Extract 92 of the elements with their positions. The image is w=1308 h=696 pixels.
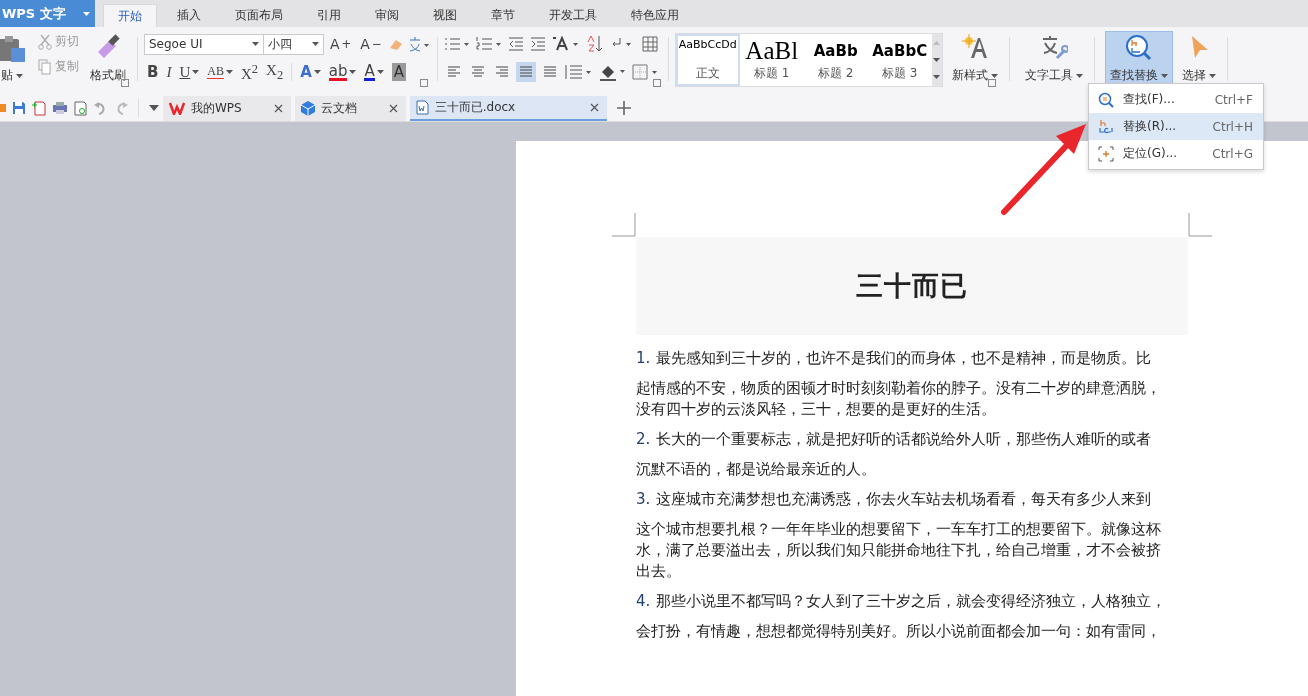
document-title: 三十而已 bbox=[856, 269, 968, 303]
indent-icon[interactable] bbox=[529, 36, 546, 52]
close-icon[interactable] bbox=[388, 103, 398, 113]
search-icon bbox=[1098, 91, 1114, 108]
ribbon-tab[interactable]: 页面布局 bbox=[221, 4, 297, 27]
caret-icon bbox=[192, 70, 200, 74]
ribbon-tab[interactable]: 开始 bbox=[103, 4, 157, 27]
caret-icon bbox=[1160, 73, 1168, 78]
caret-icon bbox=[1208, 73, 1216, 78]
save-icon[interactable] bbox=[12, 101, 26, 115]
table-icon[interactable] bbox=[641, 36, 658, 52]
paragraph-line: 沉默不语的，都是说给最亲近的人。 bbox=[636, 459, 877, 480]
folder-icon[interactable] bbox=[0, 101, 6, 115]
paragraph-line: 没有四十岁的云淡风轻，三十，想要的是更好的生活。 bbox=[636, 399, 997, 420]
paragraph-line: 水，满了总要溢出去，所以我们知只能拼命地往下扎，给自己增重，才不会被挤 bbox=[636, 540, 1162, 561]
margin-mark bbox=[612, 213, 636, 237]
menu-item[interactable]: 定位(G)... Ctrl+G bbox=[1089, 140, 1263, 167]
ribbon-tool-button[interactable]: 文字工具 bbox=[1019, 31, 1088, 89]
format-button[interactable]: AB bbox=[204, 61, 236, 83]
caret-icon bbox=[1075, 73, 1083, 78]
margin-mark bbox=[1188, 213, 1212, 237]
font-effect-button[interactable]: A bbox=[297, 61, 324, 83]
copy-icon bbox=[38, 58, 52, 75]
font-effect-button[interactable]: A bbox=[361, 61, 387, 83]
caret-icon bbox=[312, 42, 319, 46]
bullet-list-icon[interactable] bbox=[443, 36, 470, 52]
paragraph-line: 起情感的不安，物质的困顿才时时刻刻勒着你的脖子。没有二十岁的肆意洒脱， bbox=[636, 378, 1162, 399]
app-menu-button[interactable]: WPS 文字 bbox=[0, 0, 95, 27]
close-icon[interactable] bbox=[589, 102, 599, 112]
format-button[interactable]: I bbox=[163, 61, 175, 83]
close-icon[interactable] bbox=[273, 103, 283, 113]
caret-icon bbox=[376, 70, 384, 74]
ribbon-tab[interactable]: 视图 bbox=[419, 4, 471, 27]
format-painter-button[interactable]: 格式刷 bbox=[85, 31, 131, 89]
ribbon-tab[interactable]: 特色应用 bbox=[617, 4, 693, 27]
paragraph-line: 会打扮，有情趣，想想都觉得特别美好。所以小说前面都会加一句：如有雷同， bbox=[636, 621, 1162, 642]
w-logo-icon bbox=[169, 101, 185, 115]
character-spacing-icon[interactable] bbox=[551, 36, 580, 52]
paste-button[interactable]: 贴 bbox=[0, 31, 32, 89]
document-icon bbox=[415, 99, 429, 115]
cube-icon bbox=[300, 100, 315, 116]
format-button[interactable]: X$^{2}$ bbox=[237, 61, 262, 83]
target-icon bbox=[1098, 145, 1114, 162]
document-tab[interactable]: 三十而已.docx bbox=[409, 95, 607, 121]
ribbon-tab[interactable]: 开发工具 bbox=[535, 4, 611, 27]
format-button[interactable]: X$_{2}$ bbox=[263, 61, 287, 83]
paragraph-line: 1. 最先感知到三十岁的，也许不是我们的而身体，也不是精神，而是物质。比 bbox=[636, 348, 1153, 369]
style-preset[interactable]: AaBbCcDd 正文 bbox=[675, 34, 740, 86]
align-button[interactable] bbox=[515, 62, 536, 82]
font-name-dropdown[interactable]: Segoe UI bbox=[144, 33, 264, 55]
find-replace-icon bbox=[1123, 34, 1154, 62]
clipboard-icon bbox=[0, 34, 27, 64]
font-effect-button[interactable]: ab bbox=[325, 61, 360, 83]
caret-icon bbox=[225, 70, 233, 74]
caret-icon bbox=[252, 42, 259, 46]
scissors-icon bbox=[38, 33, 52, 50]
format-button[interactable]: U bbox=[176, 61, 203, 83]
caret-icon bbox=[990, 73, 998, 78]
format-button[interactable]: B bbox=[144, 61, 162, 83]
paragraph-line: 出去。 bbox=[636, 561, 682, 582]
caret-icon bbox=[349, 70, 357, 74]
ribbon-tab[interactable]: 章节 bbox=[477, 4, 529, 27]
ribbon-tab[interactable]: 引用 bbox=[303, 4, 355, 27]
paragraph-line: 这个城市想要扎根？一年年毕业的想要留下，一车车打工的想要留下。就像这杯 bbox=[636, 519, 1162, 540]
sparkle-letter-icon bbox=[960, 34, 989, 60]
print-preview-icon[interactable] bbox=[74, 100, 88, 116]
print-icon[interactable] bbox=[52, 101, 68, 115]
ribbon-tool-button[interactable]: 选择 bbox=[1176, 31, 1221, 89]
font-size-dropdown[interactable]: 小四 bbox=[263, 33, 324, 55]
export-pdf-icon[interactable] bbox=[32, 100, 46, 116]
paragraph-line: 3. 这座城市充满梦想也充满诱惑，你去火车站去机场看看，每天有多少人来到 bbox=[636, 489, 1153, 510]
replace-icon bbox=[1098, 118, 1114, 135]
outdent-icon[interactable] bbox=[507, 36, 524, 52]
ribbon-tool-button[interactable]: 新样式 bbox=[946, 31, 1003, 89]
more-styles-icon bbox=[933, 75, 941, 80]
fill-bucket-icon[interactable] bbox=[597, 63, 628, 81]
document-tab[interactable]: 我的WPS bbox=[163, 95, 291, 121]
paragraph-line: 2. 长大的一个重要标志，就是把好听的话都说给外人听，那些伤人难听的或者 bbox=[636, 429, 1153, 450]
caret-icon bbox=[313, 70, 321, 74]
menu-item[interactable]: 查找(F)... Ctrl+F bbox=[1089, 86, 1263, 113]
caret-icon bbox=[16, 73, 23, 78]
dropdown-icon[interactable] bbox=[149, 105, 159, 111]
numbered-list-icon[interactable] bbox=[475, 36, 502, 52]
document-tab[interactable]: 云文档 bbox=[294, 95, 406, 121]
ribbon-tab[interactable]: 审阅 bbox=[361, 4, 413, 27]
scroll-down-icon bbox=[933, 58, 941, 62]
menu-item[interactable]: 替换(R)... Ctrl+H bbox=[1089, 113, 1263, 140]
sort-icon[interactable] bbox=[585, 35, 604, 53]
caret-icon bbox=[83, 11, 90, 16]
new-tab-icon[interactable] bbox=[616, 101, 631, 115]
paragraph-line: 4. 那些小说里不都写吗？女人到了三十岁之后，就会变得经济独立，人格独立， bbox=[636, 591, 1168, 612]
ribbon-tab[interactable]: 插入 bbox=[163, 4, 215, 27]
